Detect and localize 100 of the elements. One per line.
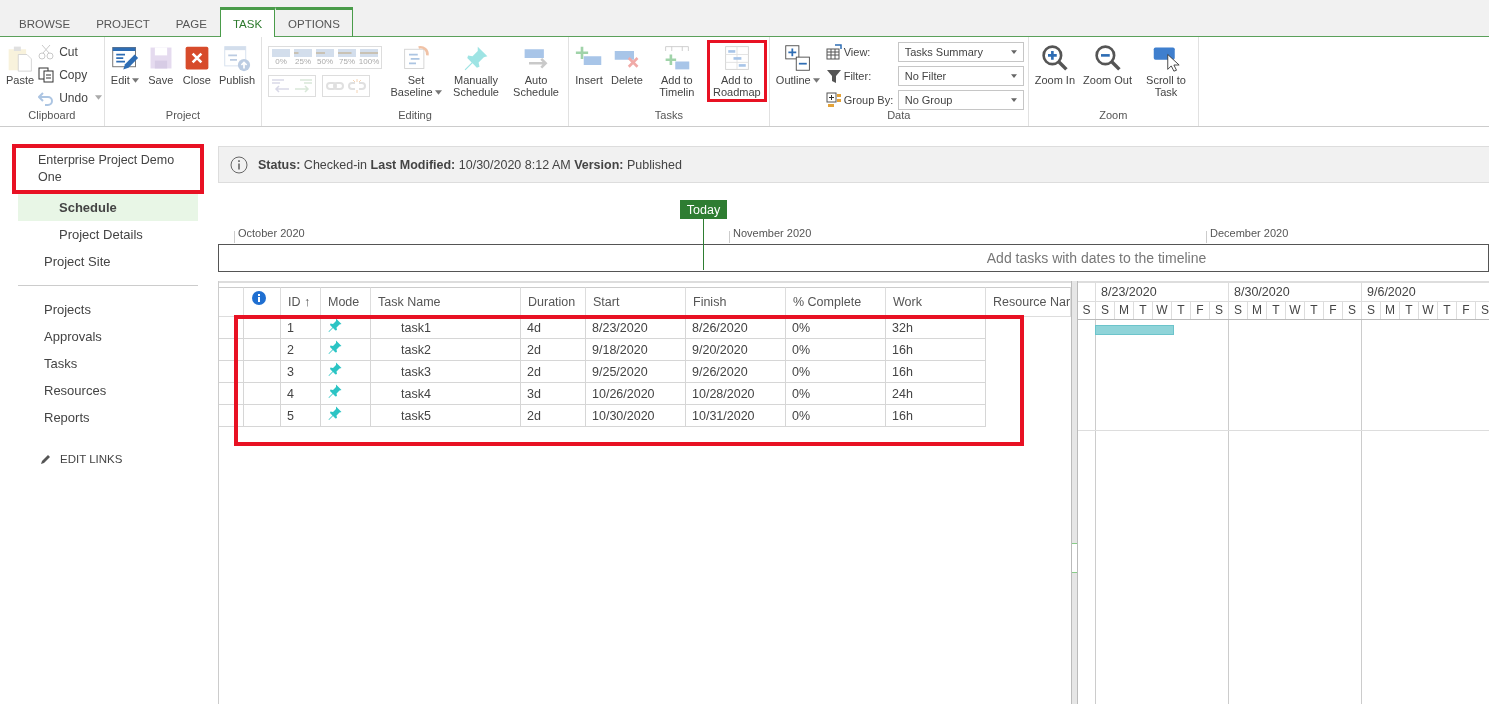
day-header: S	[1229, 302, 1248, 319]
table-cell	[244, 339, 281, 361]
nav-link[interactable]: Project Details	[18, 221, 198, 248]
nav-link[interactable]: Schedule	[18, 194, 198, 221]
table-cell: 8/23/2020	[586, 317, 686, 339]
roadmap-icon	[722, 44, 751, 72]
day-header: S	[1362, 302, 1381, 319]
table-cell: 2d	[521, 361, 586, 383]
table-cell: task2	[371, 339, 521, 361]
ribbon-button[interactable]: Scroll to Task	[1135, 40, 1196, 102]
group-label: Tasks	[653, 109, 684, 123]
table-cell	[244, 361, 281, 383]
table-cell: 3d	[521, 383, 586, 405]
column-header[interactable]	[219, 287, 244, 317]
progress-bar-icon	[338, 49, 357, 57]
table-pencil-icon	[110, 44, 139, 72]
row-selector-cell[interactable]	[219, 405, 244, 427]
week-header: 9/6/2020	[1362, 283, 1489, 301]
table-cell: 5	[281, 405, 321, 427]
row-selector-cell[interactable]	[219, 339, 244, 361]
table-cell: 0%	[786, 361, 886, 383]
scissors-icon	[38, 43, 55, 60]
table-cell: 32h	[886, 317, 986, 339]
table-cell: 3	[281, 361, 321, 383]
day-header: S	[1476, 302, 1489, 319]
month-label: December 2020	[1210, 227, 1289, 239]
row-selector-cell[interactable]	[219, 383, 244, 405]
day-header: S	[1210, 302, 1229, 319]
table-cell: 10/31/2020	[686, 405, 786, 427]
pushpin-icon	[327, 360, 343, 377]
nav-link[interactable]: Enterprise Project Demo One	[12, 144, 204, 194]
table-icon	[825, 44, 842, 60]
group-label: Zoom	[1098, 109, 1129, 123]
group-label: Project	[164, 109, 202, 123]
table-cell: task5	[371, 405, 521, 427]
ribbon-tab[interactable]: PROJECT	[83, 9, 163, 37]
nav-link[interactable]: Projects	[18, 296, 198, 323]
dropdown-field[interactable]: No Group	[897, 90, 1024, 110]
day-header: S	[1343, 302, 1362, 319]
status-text: Status: Checked-in Last Modified: 10/30/2020 8:12 AM Version: Published	[258, 157, 682, 172]
ribbon-tab[interactable]: PAGE	[162, 9, 220, 37]
timeline-message: Add tasks with dates to the timeline	[985, 250, 1208, 266]
filter-icon	[825, 68, 842, 84]
clipboard-icon	[6, 44, 35, 72]
splitter-handle[interactable]	[1072, 543, 1077, 573]
ribbon-button[interactable]: Edit	[106, 40, 143, 90]
ribbon-button[interactable]: Zoom In	[1030, 40, 1080, 90]
table-cell: 4d	[521, 317, 586, 339]
dropdown-field[interactable]: No Filter	[897, 66, 1024, 86]
day-header: S	[1078, 302, 1096, 319]
ribbon-button[interactable]: Zoom Out	[1079, 40, 1136, 90]
progress-bar-icon	[360, 49, 379, 57]
nav-link[interactable]: Resources	[18, 377, 198, 404]
pushpin-icon	[327, 404, 343, 421]
day-header: T	[1305, 302, 1324, 319]
undo-icon	[38, 89, 55, 106]
table-cell: 2	[281, 339, 321, 361]
timeline-bar[interactable]: Add tasks with dates to the timeline	[218, 244, 1489, 272]
caret-icon	[131, 78, 139, 83]
ribbon-tab[interactable]: TASK	[219, 7, 276, 37]
group-label: Editing	[397, 109, 433, 123]
nav-link[interactable]: Reports	[18, 404, 198, 431]
day-header: W	[1153, 302, 1172, 319]
day-header: F	[1324, 302, 1343, 319]
table-cell: task4	[371, 383, 521, 405]
group-label: Clipboard	[27, 109, 77, 123]
column-header[interactable]: Work	[893, 295, 922, 309]
week-header: 8/23/2020	[1096, 283, 1229, 301]
column-header[interactable]: Start	[593, 295, 620, 309]
ribbon-button[interactable]: Close	[178, 40, 215, 90]
ribbon-button[interactable]: Copy	[38, 65, 102, 84]
month-label: November 2020	[733, 227, 812, 239]
dropdown-field[interactable]: Tasks Summary	[897, 42, 1024, 62]
copy-icon	[38, 66, 55, 83]
pushpin-icon	[327, 338, 343, 355]
day-header: S	[1096, 302, 1115, 319]
ribbon-button[interactable]: Outline	[771, 40, 824, 90]
table-cell: 8/26/2020	[686, 317, 786, 339]
nav-link[interactable]: Approvals	[18, 323, 198, 350]
info-icon[interactable]	[252, 291, 266, 305]
column-header[interactable]: Finish	[693, 295, 727, 309]
nav-link[interactable]: Project Site	[18, 248, 198, 275]
row-selector-cell[interactable]	[219, 361, 244, 383]
row-selector-cell[interactable]	[219, 317, 244, 339]
table-cell: 2d	[521, 405, 586, 427]
pushpin-icon	[327, 382, 343, 399]
column-header[interactable]: Task Name	[378, 295, 441, 309]
info-icon	[230, 155, 248, 174]
table-cell: 16h	[886, 339, 986, 361]
day-header: W	[1286, 302, 1305, 319]
day-header: M	[1381, 302, 1400, 319]
table-cell: 4	[281, 383, 321, 405]
edit-links-link[interactable]: EDIT LINKS	[40, 453, 218, 465]
caret-icon	[812, 78, 820, 83]
table-cell: 0%	[786, 339, 886, 361]
nav-link[interactable]: Tasks	[18, 350, 198, 377]
week-header: 8/30/2020	[1229, 283, 1362, 301]
ribbon-tab[interactable]: BROWSE	[6, 9, 84, 37]
day-header: T	[1134, 302, 1153, 319]
table-cell: 0%	[786, 383, 886, 405]
